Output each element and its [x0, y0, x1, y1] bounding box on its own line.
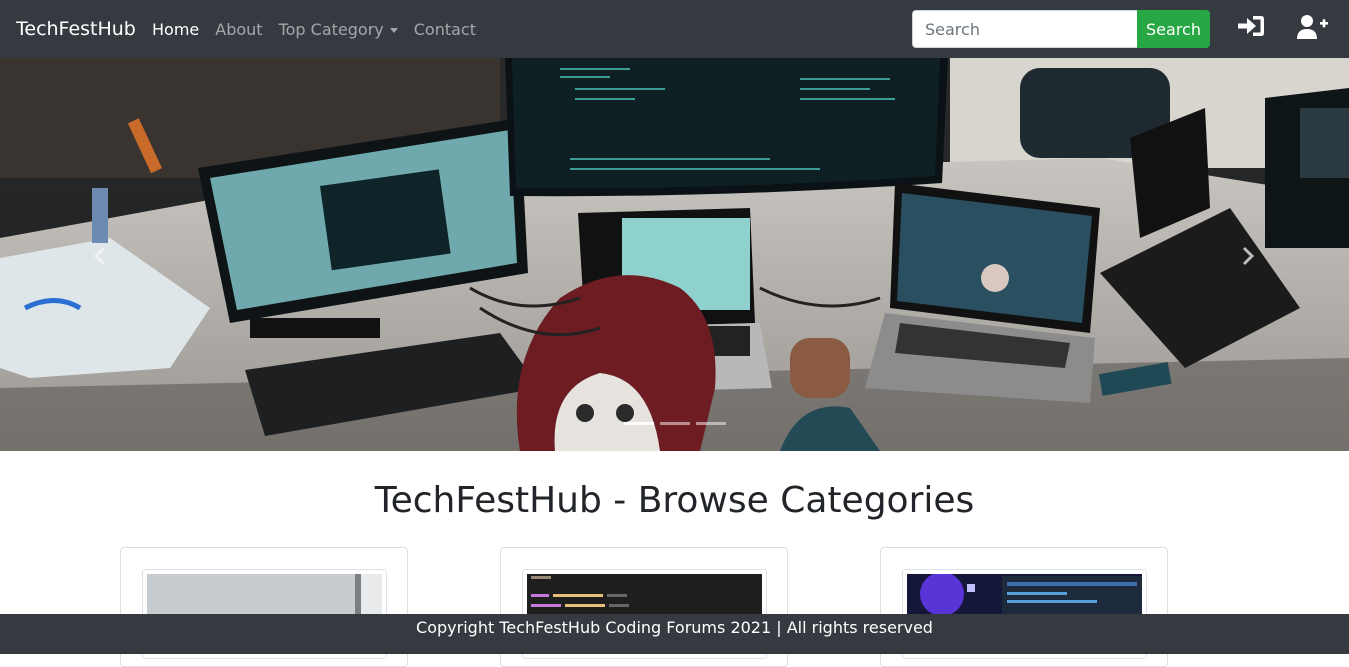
user-plus-icon[interactable]: [1297, 14, 1329, 44]
nav-dropdown-top-category[interactable]: Top Category: [279, 19, 398, 41]
caret-down-icon: [389, 28, 398, 33]
sign-in-icon[interactable]: [1237, 14, 1269, 44]
brand-logo[interactable]: TechFestHub: [16, 17, 136, 41]
search-input[interactable]: [912, 10, 1138, 48]
carousel-indicator[interactable]: [624, 422, 654, 425]
nav-link-about[interactable]: About: [215, 19, 262, 41]
nav-link-contact[interactable]: Contact: [414, 19, 476, 41]
hero-carousel: [0, 58, 1349, 451]
carousel-indicator[interactable]: [696, 422, 726, 425]
carousel-prev-button[interactable]: [80, 236, 120, 276]
carousel-next-button[interactable]: [1228, 236, 1268, 276]
nav-dropdown-label: Top Category: [278, 20, 384, 39]
chevron-right-icon: [1242, 246, 1255, 266]
chevron-left-icon: [93, 246, 106, 266]
navbar: TechFestHub Home About Top Category Cont…: [0, 0, 1349, 58]
footer-copyright: Copyright TechFestHub Coding Forums 2021…: [416, 618, 933, 637]
footer: Copyright TechFestHub Coding Forums 2021…: [0, 614, 1349, 654]
search-button[interactable]: Search: [1137, 10, 1210, 48]
nav-links: Home About Top Category Contact: [152, 19, 492, 41]
section-title: TechFestHub - Browse Categories: [374, 480, 975, 521]
carousel-indicators: [624, 422, 732, 425]
nav-link-home[interactable]: Home: [152, 19, 199, 41]
carousel-slide-image: [0, 58, 1349, 451]
carousel-indicator[interactable]: [660, 422, 690, 425]
